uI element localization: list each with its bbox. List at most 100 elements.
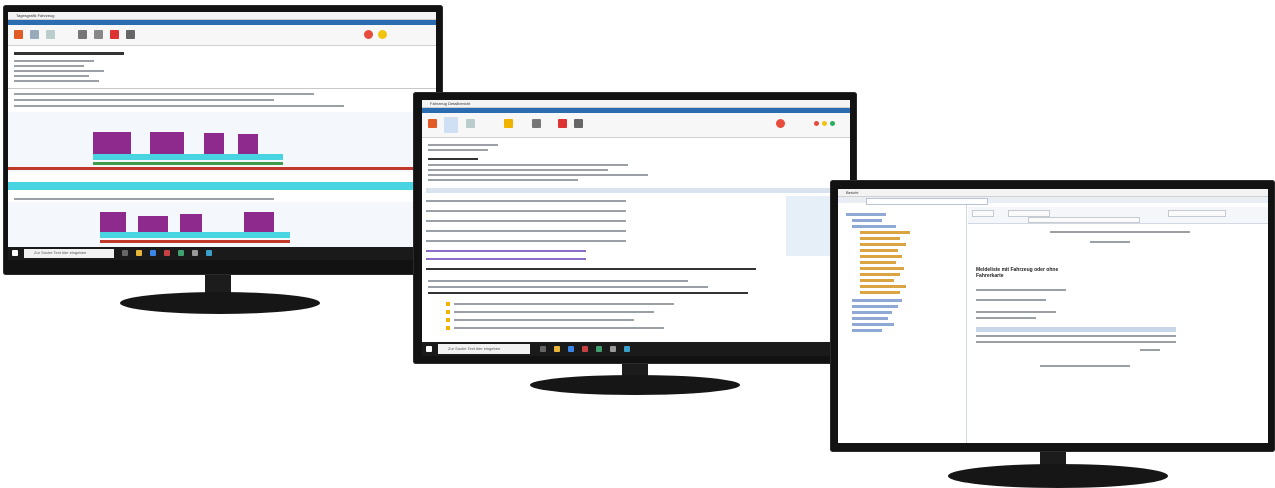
explorer-icon[interactable]: [136, 250, 142, 256]
log-entry[interactable]: [454, 319, 634, 321]
event-log: [426, 300, 846, 340]
app-icon[interactable]: [206, 250, 212, 256]
warning-light-icon: [364, 30, 373, 39]
tree-item[interactable]: [852, 317, 888, 320]
taskbar: Zur Suche Text hier eingeben: [422, 342, 850, 356]
page-field[interactable]: [972, 210, 994, 217]
tree-item[interactable]: [860, 285, 906, 288]
taskview-icon[interactable]: [540, 346, 546, 352]
section-line: [14, 198, 274, 200]
tree-item[interactable]: [860, 267, 904, 270]
tree-item[interactable]: [860, 237, 900, 240]
app-icon[interactable]: [192, 250, 198, 256]
taskbar-search-input[interactable]: Zur Suche Text hier eingeben: [438, 344, 530, 354]
info-line: [14, 70, 104, 72]
taskview-icon[interactable]: [122, 250, 128, 256]
tree-item[interactable]: [852, 329, 882, 332]
activity-peak: [150, 132, 184, 154]
tree-item[interactable]: [852, 225, 896, 228]
left-monitor: Tagesgrafik Fahrzeug Zur Suche Text hier…: [0, 0, 445, 320]
tree-item[interactable]: [852, 323, 894, 326]
app-icon[interactable]: [624, 346, 630, 352]
left-monitor-screen: Tagesgrafik Fahrzeug Zur Suche Text hier…: [8, 12, 436, 260]
log-entry[interactable]: [454, 311, 654, 313]
report-footer-line: [1140, 349, 1160, 351]
browser-icon[interactable]: [568, 346, 574, 352]
log-entry[interactable]: [454, 327, 664, 329]
tree-item[interactable]: [852, 299, 902, 302]
table-header: [426, 188, 846, 193]
info-line: [428, 164, 628, 166]
tab-active[interactable]: [866, 198, 988, 205]
tools-icon[interactable]: [532, 119, 541, 128]
wrench-icon[interactable]: [94, 30, 103, 39]
tree-item[interactable]: [860, 261, 896, 264]
tree-item[interactable]: [860, 279, 894, 282]
tree-item[interactable]: [860, 243, 906, 246]
tools-icon[interactable]: [78, 30, 87, 39]
report-footer-line: [1040, 365, 1130, 367]
timeline-bar-red: [100, 240, 290, 243]
truck-icon[interactable]: [428, 119, 437, 128]
tree-item[interactable]: [852, 219, 882, 222]
browser-icon[interactable]: [150, 250, 156, 256]
report-info-line: [976, 311, 1056, 313]
status-light-icon: [776, 119, 785, 128]
export-icon[interactable]: [558, 119, 567, 128]
table-row[interactable]: [426, 200, 626, 202]
table-row[interactable]: [426, 230, 626, 232]
activity-peak: [238, 134, 258, 154]
report-table-row[interactable]: [976, 341, 1176, 343]
section-title: [428, 158, 478, 160]
windows-start-icon[interactable]: [12, 250, 18, 256]
report-toolbar: [968, 207, 1268, 224]
app-icon[interactable]: [582, 346, 588, 352]
tree-item[interactable]: [860, 231, 910, 234]
divider: [8, 88, 436, 89]
tree-item[interactable]: [852, 311, 892, 314]
app-icon[interactable]: [164, 250, 170, 256]
table-row[interactable]: [426, 240, 626, 242]
print-icon[interactable]: [574, 119, 583, 128]
tree-item[interactable]: [852, 305, 898, 308]
tree-item[interactable]: [860, 273, 900, 276]
report-icon[interactable]: [466, 119, 475, 128]
explorer-icon[interactable]: [554, 346, 560, 352]
app-icon[interactable]: [596, 346, 602, 352]
activity-chart-top: [8, 112, 436, 172]
table-row[interactable]: [426, 210, 626, 212]
left-monitor-stand: [120, 292, 320, 314]
chart-icon[interactable]: [30, 30, 39, 39]
tree-item[interactable]: [846, 213, 886, 216]
legend-line: [14, 105, 344, 107]
window-title: Fahrzeug Detailbericht: [422, 100, 850, 108]
truck-icon[interactable]: [14, 30, 23, 39]
timeline-bar-red: [8, 167, 436, 170]
selected-tool-icon[interactable]: [444, 117, 458, 133]
info-line: [428, 174, 648, 176]
table-row[interactable]: [426, 258, 586, 260]
search-field[interactable]: [1168, 210, 1226, 217]
app-icon[interactable]: [610, 346, 616, 352]
print-icon[interactable]: [126, 30, 135, 39]
filter-field[interactable]: [1028, 217, 1140, 223]
taskbar-search-input[interactable]: Zur Suche Text hier eingeben: [24, 249, 114, 258]
export-icon[interactable]: [110, 30, 119, 39]
windows-start-icon[interactable]: [426, 346, 432, 352]
report-icon[interactable]: [46, 30, 55, 39]
right-monitor-stand: [948, 464, 1168, 488]
table-row[interactable]: [426, 250, 586, 252]
report-table-row[interactable]: [976, 335, 1176, 337]
table-row[interactable]: [426, 220, 626, 222]
warning-icon[interactable]: [504, 119, 513, 128]
summary-line: [428, 286, 708, 288]
zoom-field[interactable]: [1008, 210, 1050, 217]
tree-item[interactable]: [860, 249, 898, 252]
app-icon[interactable]: [178, 250, 184, 256]
info-line: [14, 60, 94, 62]
tree-item[interactable]: [860, 291, 900, 294]
log-entry[interactable]: [454, 303, 674, 305]
tree-item[interactable]: [860, 255, 902, 258]
window-title: Tagesgrafik Fahrzeug: [8, 12, 436, 20]
activity-peak: [138, 216, 168, 232]
